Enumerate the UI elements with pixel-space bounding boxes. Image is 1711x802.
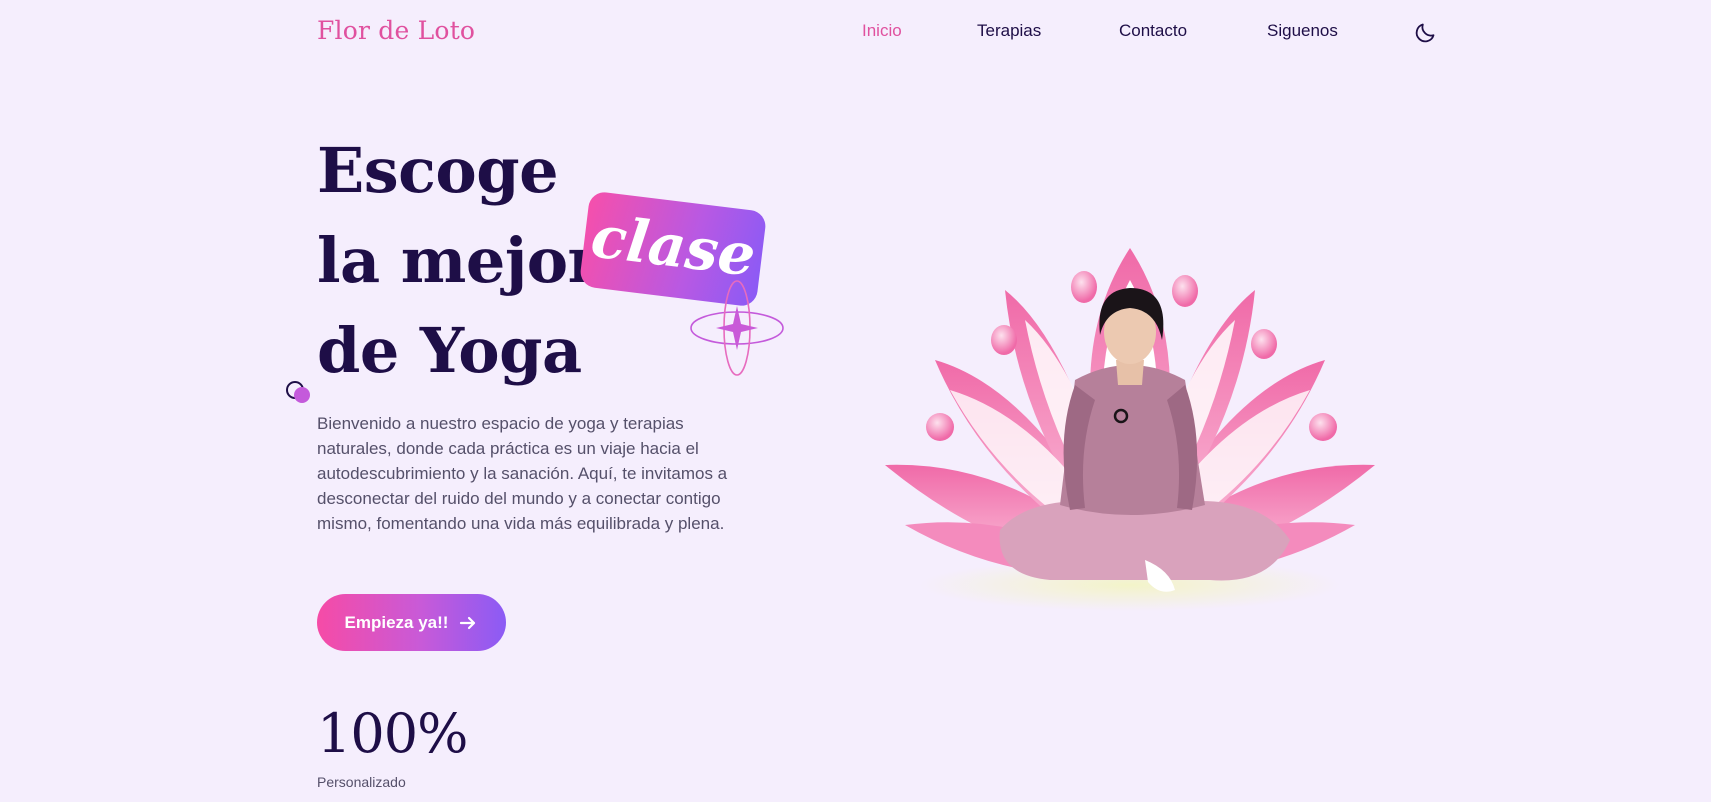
- start-now-label: Empieza ya!!: [344, 612, 449, 632]
- nav-item-siguenos[interactable]: Siguenos: [1267, 21, 1338, 41]
- arrow-right-icon: [460, 616, 476, 629]
- bubbles-icon: [286, 381, 310, 403]
- main-nav: Inicio Terapias Contacto Siguenos: [0, 21, 1711, 45]
- hero-title: Escoge la mejor de Yoga: [317, 126, 600, 396]
- nav-item-contacto[interactable]: Contacto: [1119, 21, 1187, 41]
- theme-toggle-button[interactable]: [1413, 21, 1437, 45]
- hero-image: [885, 248, 1375, 611]
- moon-icon: [1415, 23, 1435, 43]
- hero-title-line-2: la mejor: [317, 224, 600, 297]
- start-now-button[interactable]: Empieza ya!!: [317, 594, 506, 651]
- hero-title-line-3: de Yoga: [317, 314, 582, 387]
- highlight-word: clase: [587, 202, 760, 290]
- sparkle-orbit-icon: [690, 280, 784, 376]
- stat-label: Personalizado: [317, 774, 406, 790]
- nav-item-inicio[interactable]: Inicio: [862, 21, 902, 41]
- hero-description: Bienvenido a nuestro espacio de yoga y t…: [317, 414, 728, 533]
- stat-value: 100%: [317, 702, 468, 765]
- nav-item-terapias[interactable]: Terapias: [977, 21, 1041, 41]
- hero-title-line-1: Escoge: [317, 134, 559, 207]
- landing-page: Flor de Loto Inicio Terapias Contacto Si…: [0, 0, 1711, 802]
